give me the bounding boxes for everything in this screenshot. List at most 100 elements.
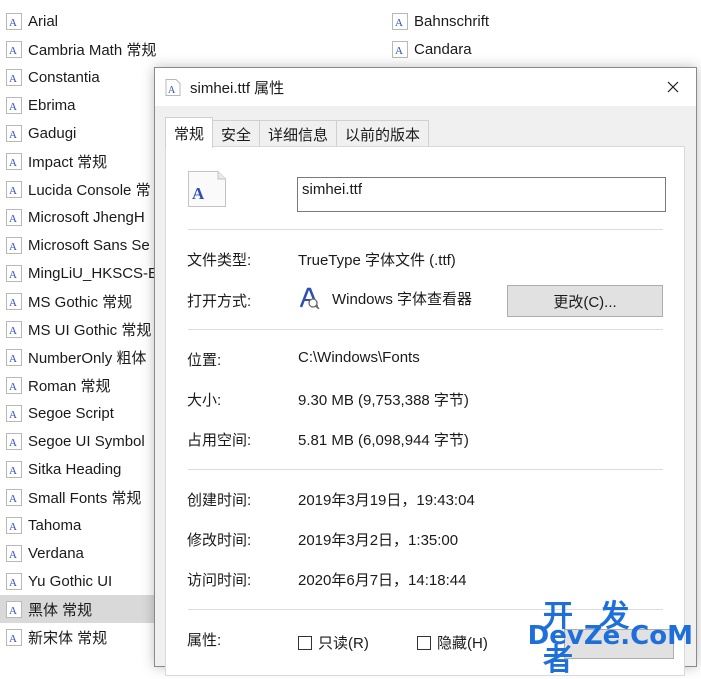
font-item-lucida-console[interactable]: A Lucida Console 常 (6, 175, 151, 203)
readonly-checkbox-row[interactable]: 只读(R) (298, 632, 369, 653)
separator (188, 609, 663, 610)
font-file-icon: A (6, 12, 22, 30)
font-file-icon: A (392, 40, 408, 58)
font-file-icon: A (6, 376, 22, 394)
font-file-icon: A (6, 516, 22, 534)
font-item-label: Arial (28, 12, 59, 30)
tab-security[interactable]: 安全 (212, 120, 261, 147)
font-item-bahnschrift[interactable]: A Bahnschrift (392, 7, 489, 35)
size-on-disk-value: 5.81 MB (6,098,944 字节) (298, 432, 469, 449)
svg-text:A: A (9, 521, 17, 531)
svg-text:A: A (9, 633, 17, 643)
font-item-segoe-ui-symbol[interactable]: A Segoe UI Symbol (6, 427, 145, 455)
font-item-label: Verdana (28, 544, 84, 562)
font-file-icon: A (6, 236, 22, 254)
hidden-label: 隐藏(H) (437, 635, 488, 652)
font-item-label: NumberOnly 粗体 (28, 349, 147, 367)
advanced-button[interactable] (564, 629, 674, 659)
font-item-cambria-math[interactable]: A Cambria Math 常规 (6, 35, 156, 63)
hidden-checkbox-row[interactable]: 隐藏(H) (417, 632, 488, 653)
tab-previous-versions[interactable]: 以前的版本 (336, 120, 430, 147)
font-file-icon: A (6, 572, 22, 590)
font-item-verdana[interactable]: A Verdana (6, 539, 84, 567)
font-file-icon: A (6, 544, 22, 562)
svg-text:A: A (9, 493, 17, 503)
hidden-checkbox[interactable] (417, 635, 431, 650)
font-file-icon: A (165, 78, 181, 96)
font-file-icon: A (6, 208, 22, 226)
tab-general[interactable]: 常规 (165, 117, 214, 148)
font-item-gadugi[interactable]: A Gadugi (6, 119, 76, 147)
created-value: 2019年3月19日，19:43:04 (298, 492, 475, 509)
font-item-label: MS UI Gothic 常规 (28, 321, 152, 339)
svg-text:A: A (395, 45, 403, 55)
file-type-label: 文件类型: (187, 252, 252, 269)
font-item-tahoma[interactable]: A Tahoma (6, 511, 81, 539)
file-type-value: TrueType 字体文件 (.ttf) (298, 252, 456, 269)
open-with-app: Windows 字体查看器 (298, 287, 472, 310)
font-item-yu-gothic-ui[interactable]: A Yu Gothic UI (6, 567, 112, 595)
tab-details[interactable]: 详细信息 (259, 120, 338, 147)
change-button[interactable]: 更改(C)... (507, 285, 663, 317)
tab-label: 常规 (174, 125, 205, 143)
svg-text:A: A (9, 465, 17, 475)
font-item-impact[interactable]: A Impact 常规 (6, 147, 107, 175)
font-item-label: MingLiU_HKSCS-E (28, 264, 159, 282)
font-file-icon: A (6, 348, 22, 366)
separator (188, 469, 663, 470)
svg-text:A: A (9, 437, 17, 447)
separator (188, 329, 663, 330)
font-item-ebrima[interactable]: A Ebrima (6, 91, 76, 119)
created-label: 创建时间: (187, 492, 252, 509)
svg-text:A: A (9, 45, 17, 55)
font-item-constantia[interactable]: A Constantia (6, 63, 100, 91)
font-item-label: MS Gothic 常规 (28, 293, 133, 311)
separator (188, 229, 663, 230)
font-file-large-icon: A (188, 171, 226, 207)
font-item-microsoft-jhenghei[interactable]: A Microsoft JhengH (6, 203, 145, 231)
font-item-nsimsun[interactable]: A 新宋体 常规 (6, 623, 107, 651)
font-item-arial[interactable]: A Arial (6, 7, 58, 35)
font-item-sitka-heading[interactable]: A Sitka Heading (6, 455, 121, 483)
font-item-label: Yu Gothic UI (28, 572, 113, 590)
font-file-icon: A (6, 320, 22, 338)
general-panel: A 文件类型: TrueType 字体文件 (.ttf) 打开方式: Windo… (165, 146, 685, 676)
font-item-label: Lucida Console 常 (28, 181, 151, 199)
svg-text:A: A (9, 577, 17, 587)
font-file-icon: A (6, 432, 22, 450)
font-item-simhei[interactable]: A 黑体 常规 (0, 595, 154, 623)
readonly-label: 只读(R) (318, 635, 369, 652)
open-with-label: 打开方式: (187, 293, 252, 310)
font-file-icon: A (6, 460, 22, 478)
font-item-mingliu-hkscs[interactable]: A MingLiU_HKSCS-E (6, 259, 158, 287)
font-item-segoe-script[interactable]: A Segoe Script (6, 399, 114, 427)
font-item-numberonly[interactable]: A NumberOnly 粗体 (6, 343, 146, 371)
font-item-label: Ebrima (28, 96, 76, 114)
font-file-icon: A (6, 96, 22, 114)
dialog-titlebar[interactable]: A simhei.ttf 属性 (155, 68, 696, 106)
close-button[interactable] (650, 68, 696, 106)
svg-text:A: A (9, 269, 17, 279)
font-item-label: Constantia (28, 68, 100, 86)
svg-text:A: A (9, 101, 17, 111)
svg-text:A: A (9, 17, 17, 27)
font-item-roman[interactable]: A Roman 常规 (6, 371, 111, 399)
svg-text:A: A (9, 353, 17, 363)
font-item-ms-ui-gothic[interactable]: A MS UI Gothic 常规 (6, 315, 151, 343)
font-item-candara[interactable]: A Candara (392, 35, 472, 63)
font-file-icon: A (392, 12, 408, 30)
font-item-label: Tahoma (28, 516, 82, 534)
readonly-checkbox[interactable] (298, 635, 312, 650)
font-item-microsoft-sans-serif[interactable]: A Microsoft Sans Se (6, 231, 150, 259)
svg-text:A: A (9, 549, 17, 559)
svg-text:A: A (9, 157, 17, 167)
font-item-small-fonts[interactable]: A Small Fonts 常规 (6, 483, 141, 511)
svg-text:A: A (9, 297, 17, 307)
tab-bar: 常规 安全 详细信息 以前的版本 (165, 117, 430, 148)
font-file-icon: A (6, 488, 22, 506)
filename-input[interactable] (297, 177, 666, 212)
tab-label: 安全 (221, 126, 252, 144)
font-item-ms-gothic[interactable]: A MS Gothic 常规 (6, 287, 132, 315)
font-file-icon: A (6, 124, 22, 142)
font-item-label: Sitka Heading (28, 460, 122, 478)
